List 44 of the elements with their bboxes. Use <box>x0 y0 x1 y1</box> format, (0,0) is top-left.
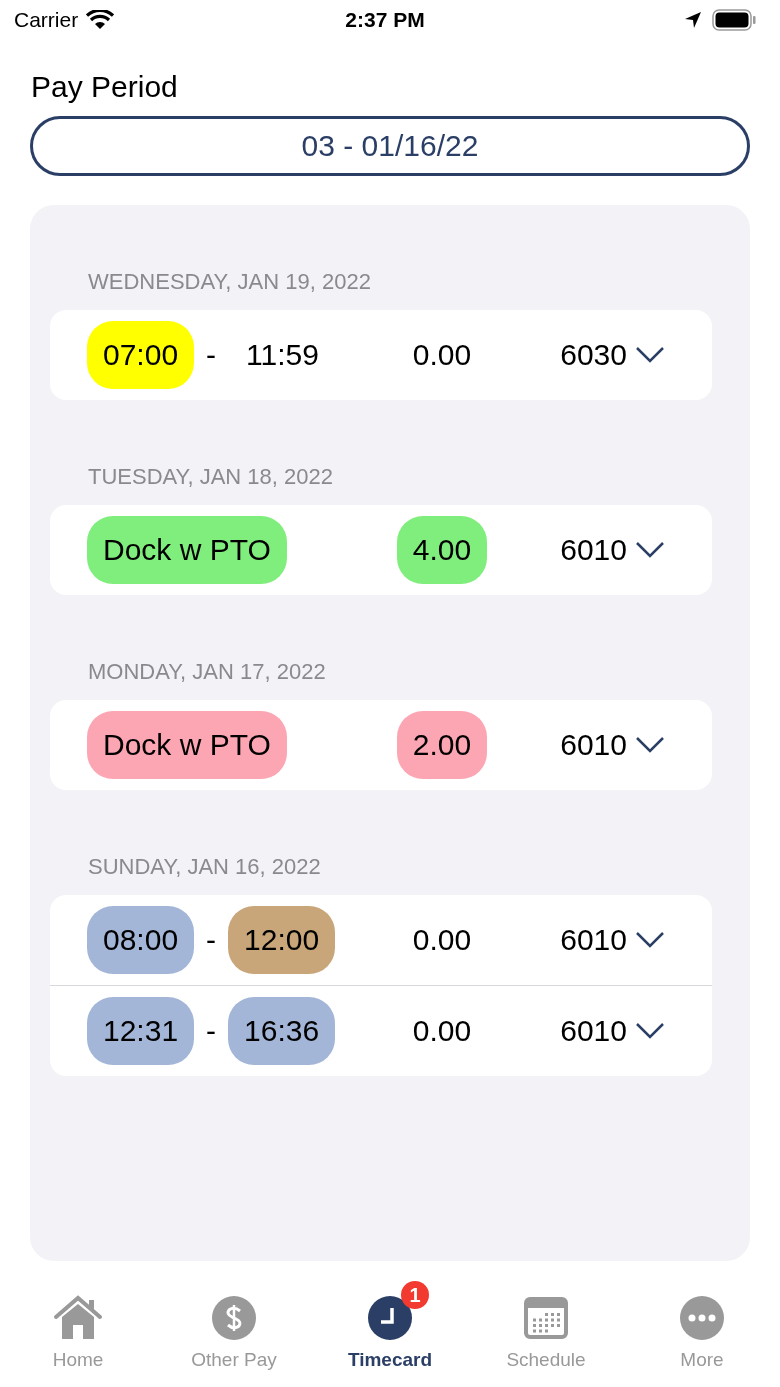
pay-period-selector[interactable]: 03 - 01/16/22 <box>30 116 750 176</box>
hours-value: 2.00 <box>396 711 488 779</box>
hours-value: 0.00 <box>412 337 472 373</box>
day-header: MONDAY, JAN 17, 2022 <box>88 659 327 685</box>
hours-value: 4.00 <box>396 516 488 584</box>
job-code: 6010 <box>560 923 627 957</box>
time-chip[interactable]: 08:00 <box>87 906 195 974</box>
job-code: 6030 <box>560 338 627 372</box>
time-chip[interactable]: 11:59 <box>246 321 319 389</box>
dollar-icon <box>212 1296 256 1340</box>
chevron-down-icon[interactable] <box>634 736 665 754</box>
job-code: 6010 <box>560 1014 627 1048</box>
job-code: 6010 <box>560 728 627 762</box>
job-code: 6010 <box>560 533 627 567</box>
day-header: SUNDAY, JAN 16, 2022 <box>88 854 322 880</box>
location-arrow-icon <box>684 11 702 29</box>
clock-icon <box>368 1296 412 1340</box>
day-header: TUESDAY, JAN 18, 2022 <box>88 464 334 490</box>
dash-text: - <box>206 338 217 372</box>
pay-type-chip[interactable]: Dock w PTO <box>87 711 287 779</box>
notification-badge: 1 <box>401 1281 429 1309</box>
chevron-down-icon[interactable] <box>634 541 665 559</box>
day-header: WEDNESDAY, JAN 19, 2022 <box>88 269 372 295</box>
hours-value: 0.00 <box>412 1013 472 1049</box>
dash-text: - <box>206 1014 217 1048</box>
calendar-icon <box>524 1297 568 1339</box>
dash-text: - <box>206 923 217 957</box>
wifi-icon <box>86 10 115 30</box>
more-icon <box>680 1296 724 1340</box>
pay-type-chip[interactable]: Dock w PTO <box>87 516 287 584</box>
time-chip[interactable]: 16:36 <box>228 997 336 1065</box>
chevron-down-icon[interactable] <box>634 1022 665 1040</box>
time-chip[interactable]: 07:00 <box>87 321 195 389</box>
tab-bar-item[interactable]: 1 Timecard <box>312 1279 468 1375</box>
pay-period-label: Pay Period <box>31 70 179 104</box>
time-chip[interactable]: 12:00 <box>228 906 336 974</box>
clock-time: 2:37 PM <box>345 8 425 32</box>
carrier-text: Carrier <box>14 8 79 32</box>
battery-icon <box>712 9 756 31</box>
chevron-down-icon[interactable] <box>634 346 665 364</box>
house-icon <box>53 1295 103 1341</box>
hours-value: 0.00 <box>412 922 472 958</box>
chevron-down-icon[interactable] <box>634 931 665 949</box>
time-chip[interactable]: 12:31 <box>87 997 195 1065</box>
